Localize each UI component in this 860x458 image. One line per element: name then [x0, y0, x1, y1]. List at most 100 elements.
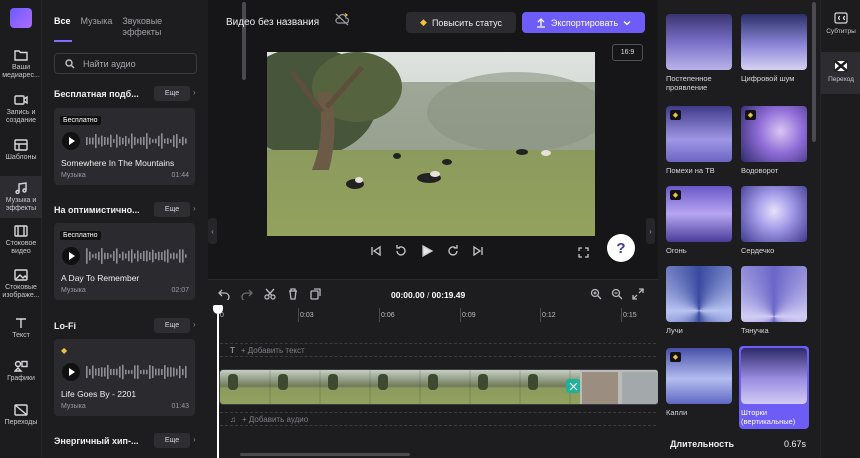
transition-label: Сердечко: [741, 246, 775, 255]
free-badge: Бесплатно: [60, 231, 101, 240]
total-time: 00:19.49: [431, 290, 466, 300]
transition-tile[interactable]: Постепенное проявление: [666, 14, 732, 92]
add-text-track[interactable]: T + Добавить текст: [220, 343, 656, 357]
transition-tile[interactable]: Сердечко: [741, 186, 807, 255]
waveform-bar: [176, 368, 178, 376]
rail-item-transition[interactable]: Переход: [821, 52, 860, 94]
scissors-icon[interactable]: [264, 288, 276, 300]
more-button[interactable]: Еще: [154, 433, 190, 448]
waveform-bar: [98, 137, 100, 145]
more-button[interactable]: Еще: [154, 202, 190, 217]
transition-thumbnail: [741, 186, 807, 242]
waveform-bar: [116, 134, 118, 148]
transition-tile[interactable]: ◆ Помехи на ТВ: [666, 106, 732, 175]
track-genre: Музыка: [61, 403, 86, 410]
aspect-ratio-button[interactable]: 16:9: [612, 44, 643, 61]
waveform-bar: [134, 253, 136, 259]
play-button[interactable]: [62, 247, 80, 265]
waveform-bar: [155, 368, 157, 376]
camera-icon: [14, 93, 28, 106]
chevron-right-icon[interactable]: ›: [193, 88, 196, 97]
tab-music[interactable]: Музыка: [81, 16, 113, 38]
rail-item-record[interactable]: Запись и создание: [0, 93, 42, 125]
audio-card[interactable]: ◆ Life Goes By - 2201 Музыка 01:43: [54, 339, 195, 416]
rail-item-media[interactable]: Ваши медиарес...: [0, 48, 42, 80]
skip-forward-icon[interactable]: [472, 245, 484, 257]
timeline-scrollbar[interactable]: [240, 453, 410, 456]
collapse-right-panel-button[interactable]: ›: [646, 218, 655, 244]
ruler-tick: [379, 308, 380, 322]
waveform-bar: [143, 250, 145, 262]
chevron-right-icon[interactable]: ›: [193, 204, 196, 213]
transitions-scrollbar[interactable]: [812, 2, 816, 142]
section-title: Бесплатная подб...: [54, 89, 139, 99]
waveform-bar: [170, 367, 172, 377]
tab-all[interactable]: Все: [54, 16, 71, 38]
rail-item-stock-images[interactable]: Стоковые изображе...: [0, 268, 42, 300]
transition-thumbnail: ◆: [741, 106, 807, 162]
export-button[interactable]: Экспортировать: [522, 12, 645, 33]
redo-icon[interactable]: [241, 288, 253, 300]
rail-item-graphics[interactable]: Графики: [0, 359, 42, 383]
rail-item-templates[interactable]: Шаблоны: [0, 138, 42, 162]
add-audio-track[interactable]: ♫ + Добавить аудио: [220, 412, 656, 426]
rail-item-captions[interactable]: Субтитры: [821, 12, 860, 35]
rail-item-label: Шаблоны: [5, 154, 37, 161]
skip-back-icon[interactable]: [370, 245, 382, 257]
chevron-right-icon[interactable]: ›: [193, 320, 196, 329]
transition-thumbnail: ◆: [666, 186, 732, 242]
transition-tile[interactable]: ◆ Капли: [666, 348, 732, 417]
playhead[interactable]: [213, 305, 223, 458]
waveform-bar: [131, 249, 133, 263]
transition-icon: [569, 382, 577, 390]
rail-item-label: Переход: [828, 76, 854, 83]
transition-marker[interactable]: [566, 379, 580, 393]
rail-item-music[interactable]: Музыка и эффекты: [0, 176, 42, 218]
fit-timeline-icon[interactable]: [632, 288, 644, 300]
project-title[interactable]: Видео без названия: [226, 17, 319, 28]
audio-card[interactable]: Бесплатно Somewhere In The Mountains Муз…: [54, 108, 195, 185]
timeline-ruler[interactable]: 0 0:03 0:06 0:09 0:12 0:15: [208, 308, 658, 322]
transition-tile[interactable]: ◆ Водоворот: [741, 106, 807, 175]
transition-tile-selected[interactable]: Шторки (вертикальные): [739, 346, 809, 429]
waveform-bar: [167, 249, 169, 263]
waveform-bar: [128, 370, 130, 374]
play-button[interactable]: [62, 363, 80, 381]
captions-icon: [834, 12, 848, 24]
more-button[interactable]: Еще: [154, 318, 190, 333]
play-button[interactable]: [62, 132, 80, 150]
transition-thumbnail: [666, 14, 732, 70]
search-input[interactable]: Найти аудио: [54, 53, 197, 74]
transition-tile[interactable]: Цифровой шум: [741, 14, 807, 83]
collapse-left-panel-button[interactable]: ‹: [208, 218, 217, 244]
tab-sound-effects[interactable]: Звуковые эффекты: [122, 16, 182, 38]
text-icon: [14, 316, 28, 329]
help-button[interactable]: ?: [607, 234, 635, 262]
forward-5s-icon[interactable]: [446, 244, 460, 258]
transition-tile[interactable]: Лучи: [666, 266, 732, 335]
undo-icon[interactable]: [218, 288, 230, 300]
transition-tile[interactable]: ◆ Огонь: [666, 186, 732, 255]
video-editor-app: Ваши медиарес... Запись и создание Шабло…: [0, 0, 860, 458]
track-duration: 01:44: [171, 172, 189, 179]
video-clip[interactable]: [219, 369, 659, 405]
rail-item-text[interactable]: Текст: [0, 316, 42, 340]
cloud-sync-icon[interactable]: [335, 13, 350, 31]
chevron-right-icon[interactable]: ›: [193, 435, 196, 444]
rail-item-stock-video[interactable]: Стоковое видео: [0, 224, 42, 256]
waveform-bar: [125, 253, 127, 259]
fullscreen-icon[interactable]: [578, 247, 589, 258]
upgrade-button[interactable]: ◆ Повысить статус: [406, 12, 516, 33]
rail-item-transitions[interactable]: Переходы: [0, 403, 42, 427]
more-button[interactable]: Еще: [154, 86, 190, 101]
trash-icon[interactable]: [287, 288, 299, 300]
transition-tile[interactable]: Тянучка: [741, 266, 807, 335]
rewind-5s-icon[interactable]: [394, 244, 408, 258]
play-icon[interactable]: [420, 244, 434, 258]
zoom-in-icon[interactable]: [590, 288, 602, 300]
waveform-bar: [146, 133, 148, 149]
duration-value[interactable]: 0.67s: [784, 439, 806, 449]
audio-card[interactable]: Бесплатно A Day To Remember Музыка 02:07: [54, 223, 195, 300]
duplicate-icon[interactable]: [310, 288, 322, 300]
zoom-out-icon[interactable]: [611, 288, 623, 300]
